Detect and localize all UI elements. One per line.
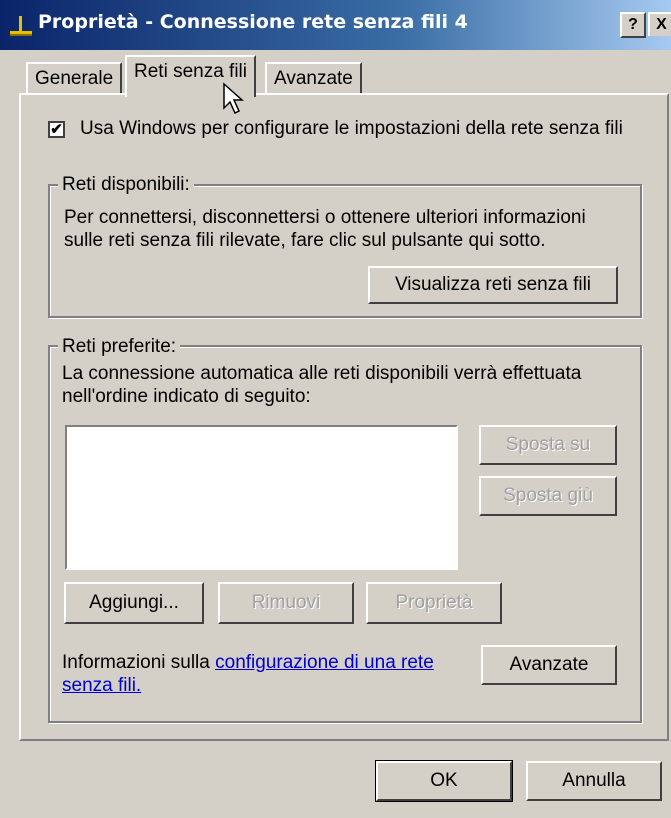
properties-dialog: Proprietà - Connessione rete senza fili … <box>0 0 671 818</box>
available-networks-title: Reti disponibili: <box>58 174 194 196</box>
help-button[interactable]: ? <box>620 12 646 38</box>
close-button[interactable]: X <box>648 12 671 36</box>
view-wireless-networks-button[interactable]: Visualizza reti senza fili <box>368 266 618 304</box>
info-link-part-1[interactable]: configurazione di una rete <box>215 652 434 673</box>
title-bar[interactable]: Proprietà - Connessione rete senza fili … <box>0 0 671 50</box>
advanced-button[interactable]: Avanzate <box>481 645 617 685</box>
move-up-button[interactable]: Sposta su <box>479 425 617 465</box>
tab-generale[interactable]: Generale <box>26 62 123 95</box>
ok-button[interactable]: OK <box>375 760 513 802</box>
move-down-button[interactable]: Sposta giù <box>479 476 617 516</box>
available-description-line-1: Per connettersi, disconnettersi o ottene… <box>64 207 586 228</box>
preferred-networks-list[interactable] <box>65 425 458 570</box>
preferred-description-line-2: nell'ordine indicato di seguito: <box>62 386 311 407</box>
preferred-networks-description: La connessione automatica alle reti disp… <box>62 362 581 408</box>
info-text: Informazioni sulla configurazione di una… <box>62 651 472 697</box>
add-button[interactable]: Aggiungi... <box>64 582 204 624</box>
window-title: Proprietà - Connessione rete senza fili … <box>38 11 468 33</box>
preferred-description-line-1: La connessione automatica alle reti disp… <box>62 363 582 384</box>
available-networks-description: Per connettersi, disconnettersi o ottene… <box>64 206 586 252</box>
remove-button[interactable]: Rimuovi <box>218 582 354 624</box>
use-windows-checkbox[interactable]: ✔ <box>48 121 65 138</box>
info-link-part-2[interactable]: senza fili. <box>62 675 141 696</box>
use-windows-label: Usa Windows per configurare le impostazi… <box>80 118 623 139</box>
network-connection-icon <box>10 16 32 36</box>
mouse-cursor-icon <box>223 82 244 115</box>
cancel-button[interactable]: Annulla <box>526 761 662 801</box>
available-description-line-2: sulle reti senza fili rilevate, fare cli… <box>64 230 546 251</box>
info-prefix: Informazioni sulla <box>62 652 216 673</box>
tab-avanzate[interactable]: Avanzate <box>265 62 362 95</box>
preferred-networks-title: Reti preferite: <box>58 336 181 358</box>
properties-button[interactable]: Proprietà <box>366 582 502 624</box>
